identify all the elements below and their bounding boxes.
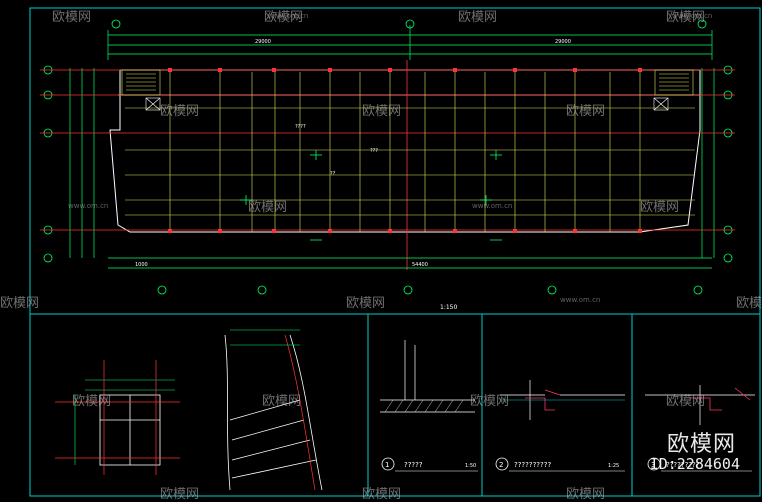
watermark-url: www.om.cn: [472, 202, 513, 210]
watermark-brand: 欧模网: [0, 296, 40, 311]
axis-bubbles-right: [723, 65, 733, 263]
stair-left: [121, 69, 161, 111]
watermark-brand: 欧模网: [52, 10, 92, 25]
watermark-brand: 欧模网: [566, 104, 606, 119]
drawing-border: [29, 7, 761, 497]
detail-curved-wall-dims: [230, 329, 300, 346]
detail-2-scale: 1:25: [608, 463, 619, 469]
plan-note-1: ????: [295, 124, 306, 130]
plan-scale: 1:150: [440, 304, 457, 311]
watermark-brand: 欧模网: [566, 487, 606, 502]
plan-note-2: ???: [370, 148, 378, 154]
brand-logo-text: 欧模网: [666, 432, 736, 457]
detail-2-title: ??????????: [514, 461, 551, 469]
watermark-brand: 欧模网: [362, 487, 402, 502]
watermark-brand: 欧模网: [458, 10, 498, 25]
floor-plan-outline: [109, 69, 701, 233]
detail-curved-wall-red: [284, 334, 316, 491]
bottom-dimensions: [108, 257, 712, 269]
watermark-brand: 欧模网: [470, 394, 510, 409]
detail-1-no: 1: [385, 461, 389, 469]
watermark-url: www.om.cn: [560, 296, 601, 304]
watermark-brand: 欧模网: [666, 394, 706, 409]
beam-grid: [125, 72, 695, 232]
detail-curved-wall: [224, 334, 323, 491]
right-dimensions: [701, 68, 715, 258]
watermark-brand: 欧模网: [640, 200, 680, 215]
slab-markers: [240, 150, 502, 241]
axis-bubbles-top: [111, 19, 707, 29]
watermark-brand: 欧模网: [248, 200, 288, 215]
detail-1-scale: 1:50: [465, 463, 476, 469]
detail-section-1: [380, 340, 475, 413]
dim-top-left: 29000: [255, 39, 271, 45]
watermark-brand: 欧模网: [160, 104, 200, 119]
detail-1-title: ?????: [404, 461, 423, 469]
watermark-brand: 欧模网: [72, 394, 112, 409]
detail-section-1-hatch: [384, 399, 464, 413]
columns: [168, 68, 642, 233]
dim-bottom-main: 54400: [412, 262, 428, 268]
dim-top-right: 29000: [555, 39, 571, 45]
cad-drawing-canvas[interactable]: 29000 29000 ???? ??? ?? 54400 1000 1:150…: [0, 0, 762, 498]
axis-bubbles-bottom: [157, 285, 703, 295]
watermark-url: www.om.cn: [672, 12, 713, 20]
watermark-brand: 欧模网: [346, 296, 386, 311]
watermark-brand: 欧模网: [736, 296, 762, 311]
resource-id: ID:2284604: [649, 455, 740, 473]
watermark-url: www.om.cn: [268, 12, 309, 20]
detail-small-plan-axes: [55, 360, 180, 475]
watermark-brand: 欧模网: [160, 487, 200, 502]
watermark-url: www.om.cn: [68, 202, 109, 210]
detail-2-no: 2: [499, 461, 503, 469]
dim-bottom-left: 1000: [135, 262, 148, 268]
stair-right: [653, 69, 694, 111]
left-dimensions: [69, 68, 95, 258]
axis-bubbles-left: [43, 65, 53, 263]
plan-note-3: ??: [330, 171, 336, 177]
watermark-brand: 欧模网: [362, 104, 402, 119]
watermark-brand: 欧模网: [262, 394, 302, 409]
top-dimensions: [107, 25, 713, 60]
